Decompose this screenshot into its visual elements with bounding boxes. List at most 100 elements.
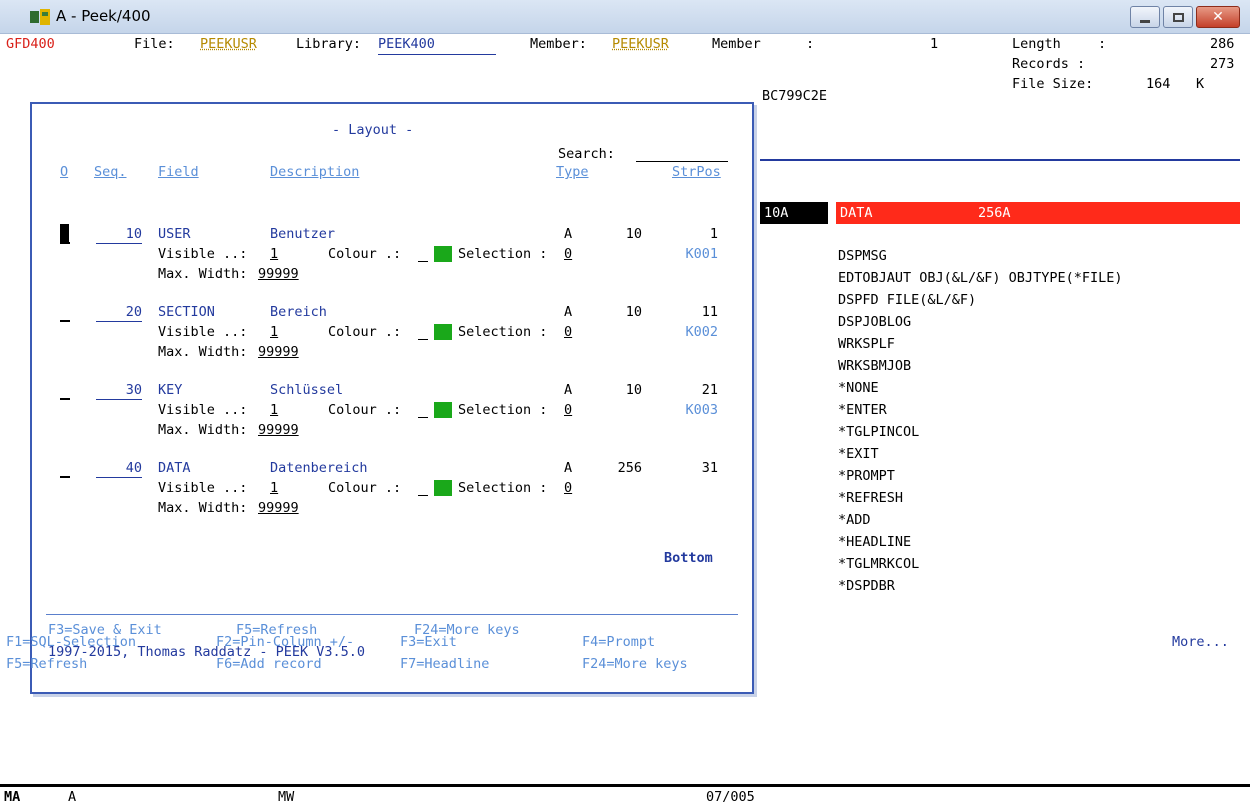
maximize-icon [1172, 12, 1184, 22]
selection-input[interactable]: 0 [564, 244, 572, 264]
fkey-f5[interactable]: F5=Refresh [6, 654, 87, 674]
option-input[interactable] [60, 382, 70, 400]
max-width-input[interactable]: 99999 [258, 498, 299, 518]
file-field[interactable]: PEEKUSR [200, 34, 257, 54]
seq-input[interactable]: 10 [96, 224, 142, 244]
col-type: Type [556, 164, 589, 180]
field-length: 10 [625, 226, 642, 242]
field-type: A [564, 382, 573, 398]
fkey-f1[interactable]: F1=SQL-Selection [6, 632, 136, 652]
field-description: Datenbereich [270, 460, 368, 476]
key-indicator: K002 [685, 324, 718, 340]
colour-swatch[interactable] [434, 480, 452, 496]
colour-swatch[interactable] [434, 402, 452, 418]
length-label: Length [1012, 36, 1061, 52]
command-item[interactable]: *REFRESH [838, 488, 903, 508]
max-width-input[interactable]: 99999 [258, 342, 299, 362]
close-button[interactable]: ✕ [1196, 6, 1240, 28]
field-length: 10 [625, 304, 642, 320]
fkey-f6[interactable]: F6=Add record [216, 654, 322, 674]
length-colon: : [1098, 36, 1107, 52]
option-input[interactable] [60, 460, 70, 478]
maximize-button[interactable] [1163, 6, 1193, 28]
bottom-indicator: Bottom [664, 550, 713, 566]
command-item[interactable]: *TGLPINCOL [838, 422, 919, 442]
command-item[interactable]: *HEADLINE [838, 532, 911, 552]
command-item[interactable]: *NONE [838, 378, 879, 398]
visible-label: Visible ..: [158, 324, 248, 340]
visible-label: Visible ..: [158, 246, 248, 262]
status-bar: MA A MW 07/005 [0, 784, 1250, 808]
minimize-button[interactable] [1130, 6, 1160, 28]
option-input[interactable] [60, 304, 70, 322]
selection-input[interactable]: 0 [564, 322, 572, 342]
colour-label: Colour .: [328, 324, 402, 340]
option-input[interactable] [60, 226, 70, 244]
field-strpos: 21 [701, 382, 718, 398]
selection-label: Selection : [458, 246, 548, 262]
colour-input[interactable] [418, 246, 428, 262]
command-item[interactable]: WRKSPLF [838, 334, 895, 354]
member-field[interactable]: PEEKUSR [612, 34, 669, 54]
seq-input[interactable]: 30 [96, 380, 142, 400]
command-item[interactable]: *EXIT [838, 444, 879, 464]
terminal-icon [30, 9, 50, 25]
max-width-label: Max. Width: [158, 422, 248, 438]
minimize-icon [1140, 19, 1150, 23]
file-size-label: File Size: [1012, 76, 1094, 92]
col-description: Description [270, 164, 360, 180]
command-item[interactable]: DSPMSG [838, 246, 887, 266]
fkey-f24[interactable]: F24=More keys [582, 654, 688, 674]
fkey-f2[interactable]: F2=Pin-Column +/- [216, 632, 354, 652]
popup-title: - Layout - [332, 122, 414, 138]
visible-input[interactable]: 1 [270, 322, 278, 342]
layout-popup: - Layout - Search: O Seq. Field Descript… [30, 102, 754, 694]
command-item[interactable]: WRKSBMJOB [838, 356, 911, 376]
seq-input[interactable]: 20 [96, 302, 142, 322]
max-width-input[interactable]: 99999 [258, 420, 299, 440]
max-width-input[interactable]: 99999 [258, 264, 299, 284]
field-description: Benutzer [270, 226, 336, 242]
search-input[interactable] [636, 144, 728, 162]
library-field[interactable]: PEEK400 [378, 34, 496, 55]
field-type: A [564, 304, 573, 320]
fkey-f7[interactable]: F7=Headline [400, 654, 489, 674]
col-option: O [60, 164, 69, 180]
file-label: File: [134, 36, 175, 52]
command-item[interactable]: *ADD [838, 510, 871, 530]
close-icon: ✕ [1212, 9, 1224, 25]
command-item[interactable]: *PROMPT [838, 466, 895, 486]
fkey-f4[interactable]: F4=Prompt [582, 632, 655, 652]
colour-swatch[interactable] [434, 246, 452, 262]
command-item[interactable]: DSPFD FILE(&L/&F) [838, 290, 976, 310]
colour-label: Colour .: [328, 402, 402, 418]
command-item[interactable]: *DSPDBR [838, 576, 895, 596]
selection-input[interactable]: 0 [564, 478, 572, 498]
visible-input[interactable]: 1 [270, 478, 278, 498]
colour-swatch[interactable] [434, 324, 452, 340]
command-item[interactable]: DSPJOBLOG [838, 312, 911, 332]
command-item[interactable]: *ENTER [838, 400, 887, 420]
field-strpos: 1 [709, 226, 718, 242]
popup-divider [46, 614, 738, 615]
file-size-value: 164 [1146, 76, 1171, 92]
member-colon: : [806, 36, 815, 52]
command-item[interactable]: *TGLMRKCOL [838, 554, 919, 574]
colour-input[interactable] [418, 480, 428, 496]
field-name: SECTION [158, 304, 215, 320]
fkey-f3[interactable]: F3=Exit [400, 632, 457, 652]
command-item[interactable]: EDTOBJAUT OBJ(&L/&F) OBJTYPE(*FILE) [838, 268, 1122, 288]
status-indicator: MA [4, 789, 21, 805]
visible-input[interactable]: 1 [270, 400, 278, 420]
selection-input[interactable]: 0 [564, 400, 572, 420]
column-header-10a[interactable]: 10A [760, 202, 828, 224]
window-title: A - Peek/400 [56, 7, 151, 25]
visible-input[interactable]: 1 [270, 244, 278, 264]
seq-input[interactable]: 40 [96, 458, 142, 478]
colour-input[interactable] [418, 402, 428, 418]
colour-input[interactable] [418, 324, 428, 340]
divider [760, 159, 1240, 161]
column-header-data[interactable]: DATA 256A [836, 202, 1240, 224]
hash-value: BC799C2E [762, 88, 828, 104]
selection-label: Selection : [458, 480, 548, 496]
